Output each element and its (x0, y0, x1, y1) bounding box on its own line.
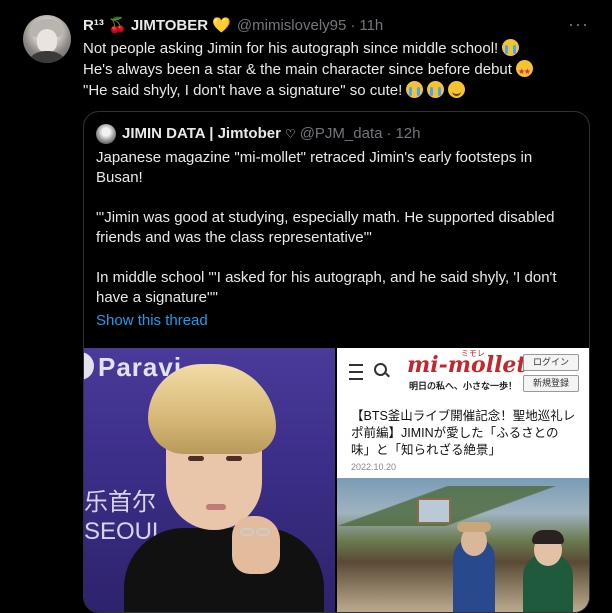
person-hair (532, 530, 564, 544)
loudly-crying-face-icon (427, 81, 445, 98)
photo-article-screenshot[interactable]: mi-mollet ミモレ 明日の私へ、小さな一歩！ ログイン 新規登録 【BT… (337, 348, 589, 612)
tweet-text: Not people asking Jimin for his autograp… (83, 38, 593, 101)
person-eye (188, 456, 204, 461)
tweet-line-3: "He said shyly, I don't have a signature… (83, 80, 593, 101)
quoted-user-handle: @PJM_data (299, 125, 383, 142)
article-title-line: 【BTS釜山ライブ開催記念！聖地巡礼レ (351, 409, 576, 423)
tweet-line-1: Not people asking Jimin for his autograp… (83, 38, 593, 59)
quoted-tweet-text: Japanese magazine "mi-mollet" retraced J… (96, 148, 576, 328)
article-title-line: ポ前編】JIMINが愛した「ふるさとの (351, 426, 559, 440)
tweet-header: R¹³ 🍒 JIMTOBER 💛 @mimislovely95 · 11h (83, 16, 383, 36)
user-avatar[interactable] (23, 15, 71, 63)
wall-frame (417, 498, 451, 524)
quoted-tweet-time: 12h (395, 125, 421, 142)
tweet-time[interactable]: 11h (359, 16, 383, 36)
avatar-shoulders (25, 51, 69, 63)
search-icon (374, 363, 387, 376)
person-hair (148, 364, 276, 454)
article-title: 【BTS釜山ライブ開催記念！聖地巡礼レ ポ前編】JIMINが愛した「ふるさとの … (351, 408, 579, 459)
show-thread-link[interactable]: Show this thread (96, 311, 208, 331)
quoted-user-avatar (96, 124, 116, 144)
ring-icon (240, 528, 254, 536)
ring-icon (256, 528, 270, 536)
register-button: 新規登録 (523, 375, 579, 392)
tweet: R¹³ 🍒 JIMTOBER 💛 @mimislovely95 · 11h ··… (0, 0, 612, 613)
paravi-logo-icon (84, 352, 94, 380)
mountain-scenery (337, 486, 589, 526)
magazine-logo-kana: ミモレ (461, 349, 485, 358)
quoted-paragraph: "'Jimin was good at studying, especially… (96, 209, 555, 246)
person-mouth (206, 504, 226, 510)
backdrop-cjk-text: 乐首尔 (84, 489, 156, 516)
photo-jimin[interactable]: Paravi 乐首尔 SEOUL (84, 348, 335, 612)
login-button: ログイン (523, 354, 579, 371)
person-body (124, 528, 324, 612)
tweet-line-2: He's always been a star & the main chara… (83, 59, 593, 82)
person-eye (226, 456, 242, 461)
loudly-crying-face-icon (502, 39, 520, 56)
quoted-tweet-header: JIMIN DATA | Jimtober ♡ @PJM_data · 12h (96, 124, 421, 144)
person-hat (457, 522, 491, 532)
person-hand (232, 516, 280, 574)
display-name[interactable]: R¹³ 🍒 JIMTOBER 💛 (83, 16, 231, 36)
smiling-face-icon (448, 81, 466, 98)
separator-dot: · (350, 17, 356, 34)
magazine-tagline: 明日の私へ、小さな一歩！ (409, 381, 518, 391)
user-handle[interactable]: @mimislovely95 (237, 16, 346, 36)
quoted-tweet[interactable]: JIMIN DATA | Jimtober ♡ @PJM_data · 12h … (83, 111, 590, 613)
avatar-face (37, 29, 57, 53)
more-options-icon[interactable]: ··· (568, 14, 589, 34)
quoted-paragraph: In middle school "'I asked for his autog… (96, 269, 557, 306)
star-struck-face-icon (515, 60, 533, 82)
magazine-header: mi-mollet ミモレ 明日の私へ、小さな一歩！ ログイン 新規登録 (337, 348, 589, 398)
heart-outline-icon: ♡ (284, 127, 296, 141)
article-title-line: 味」と「知られざる絶景」 (351, 443, 502, 457)
quoted-display-name: JIMIN DATA | Jimtober (122, 125, 281, 142)
loudly-crying-face-icon (406, 81, 424, 98)
separator-dot: · (386, 125, 392, 142)
article-date: 2022.10.20 (351, 462, 397, 472)
hamburger-menu-icon (349, 364, 363, 380)
quoted-paragraph: Japanese magazine "mi-mollet" retraced J… (96, 149, 533, 186)
